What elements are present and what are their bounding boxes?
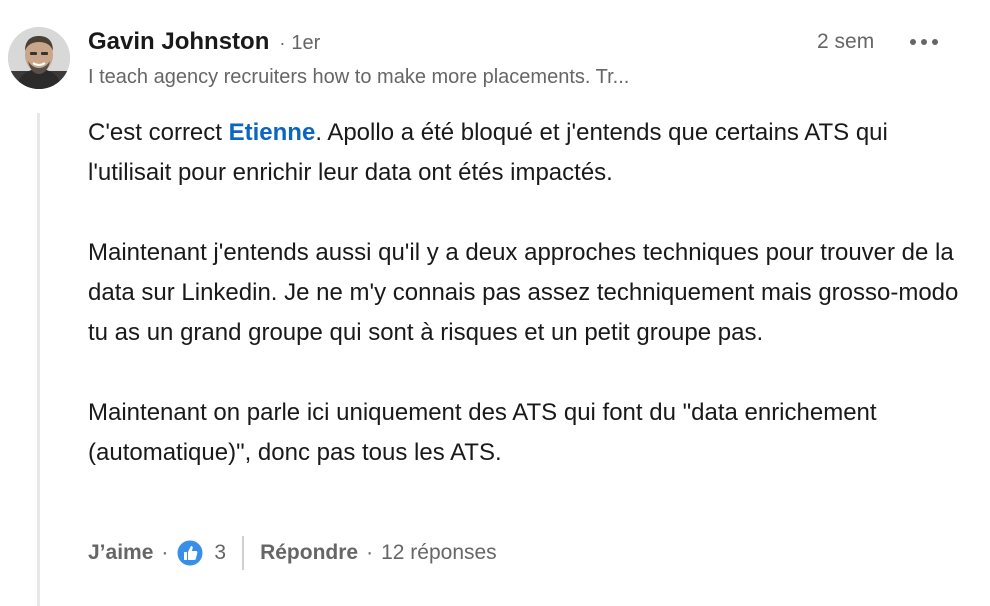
text-before-mention: C'est correct <box>88 119 229 146</box>
more-options-button[interactable] <box>904 28 944 56</box>
comment-actions: J’aime · 3 Répondre · 12 réponses <box>88 536 497 570</box>
comment-text: C'est correct Etienne. Apollo a été bloq… <box>88 113 968 513</box>
actions-divider <box>242 536 245 570</box>
degree-separator: · <box>279 33 286 53</box>
separator-dot: · <box>161 541 169 564</box>
more-options-icon <box>910 39 938 45</box>
avatar-photo <box>8 27 70 89</box>
like-reaction-icon[interactable] <box>176 539 204 567</box>
comment-timestamp: 2 sem <box>817 30 875 53</box>
author-name[interactable]: Gavin Johnston <box>88 28 269 56</box>
connection-degree: 1er <box>291 32 321 54</box>
mention-link[interactable]: Etienne <box>229 119 316 146</box>
author-headline[interactable]: I teach agency recruiters how to make mo… <box>88 66 629 89</box>
comment-paragraph-2: Maintenant j'entends aussi qu'il y a deu… <box>88 239 959 346</box>
replies-count[interactable]: 12 réponses <box>381 541 497 565</box>
separator-dot: · <box>366 541 374 564</box>
comment-paragraph-3: Maintenant on parle ici uniquement des A… <box>88 399 877 466</box>
comment-header: Gavin Johnston · 1er <box>88 28 320 56</box>
thread-line <box>37 113 40 606</box>
avatar[interactable] <box>8 27 70 89</box>
reply-button[interactable]: Répondre <box>260 541 358 565</box>
reaction-count[interactable]: 3 <box>214 541 226 565</box>
comment-paragraph-1: C'est correct Etienne. Apollo a été bloq… <box>88 113 968 193</box>
like-button[interactable]: J’aime <box>88 541 153 565</box>
